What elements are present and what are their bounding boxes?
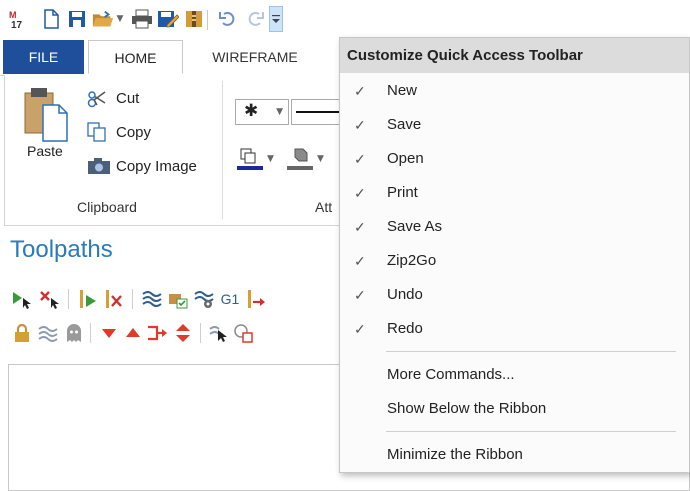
tab-file[interactable]: FILE bbox=[3, 40, 84, 74]
menu-item-more-commands[interactable]: More Commands... bbox=[340, 358, 689, 392]
clipboard-group-label: Clipboard bbox=[77, 199, 137, 215]
check-icon: ✓ bbox=[354, 83, 366, 99]
group-divider bbox=[222, 81, 223, 219]
menu-item-label: Save bbox=[387, 116, 422, 133]
check-icon: ✓ bbox=[354, 151, 366, 167]
color-dropdown-icon[interactable]: ▼ bbox=[267, 154, 274, 164]
app-logo-text: 17 bbox=[11, 20, 23, 30]
chevron-down-icon: ▼ bbox=[276, 107, 283, 117]
point-style-dropdown[interactable]: ✱ ▼ bbox=[235, 99, 289, 125]
paste-icon[interactable] bbox=[23, 85, 73, 145]
toolbar-separator bbox=[68, 289, 69, 309]
menu-item-label: Redo bbox=[387, 320, 423, 337]
check-icon: ✓ bbox=[354, 117, 366, 133]
save-as-icon[interactable] bbox=[157, 8, 179, 30]
menu-separator bbox=[386, 431, 676, 432]
menu-item-undo[interactable]: ✓ Undo bbox=[340, 278, 689, 312]
tab-wireframe[interactable]: WIREFRAME bbox=[190, 40, 320, 74]
menu-item-save[interactable]: ✓ Save bbox=[340, 108, 689, 142]
menu-item-label: Print bbox=[387, 184, 418, 201]
toolbar-separator bbox=[90, 323, 91, 343]
toolpath-shape-icon[interactable] bbox=[232, 322, 256, 344]
app-logo-icon[interactable]: M 17 bbox=[8, 8, 30, 30]
line-style-dropdown[interactable] bbox=[291, 99, 342, 125]
deselect-icon[interactable] bbox=[38, 288, 62, 310]
check-icon: ✓ bbox=[354, 185, 366, 201]
menu-item-label: Zip2Go bbox=[387, 252, 437, 269]
copy-button[interactable]: Copy bbox=[116, 124, 151, 141]
cut-button[interactable]: Cut bbox=[116, 90, 139, 107]
select-toolpath-icon[interactable] bbox=[207, 322, 231, 344]
expand-collapse-icon[interactable] bbox=[171, 322, 195, 344]
customize-quick-access-menu: Customize Quick Access Toolbar ✓ New ✓ S… bbox=[339, 37, 690, 473]
toggle-display-icon[interactable] bbox=[36, 322, 60, 344]
zip2go-icon[interactable] bbox=[183, 8, 205, 30]
cut-icon[interactable] bbox=[87, 90, 107, 108]
paste-button[interactable]: Paste bbox=[27, 143, 63, 159]
menu-separator bbox=[386, 351, 676, 352]
copy-icon[interactable] bbox=[87, 122, 107, 142]
menu-item-label: Save As bbox=[387, 218, 443, 235]
check-icon: ✓ bbox=[354, 287, 366, 303]
color-icon[interactable] bbox=[237, 145, 263, 171]
check-icon: ✓ bbox=[354, 219, 366, 235]
move-up-icon[interactable] bbox=[121, 322, 145, 344]
quick-access-toolbar: M 17 ▼ bbox=[0, 0, 690, 40]
open-dropdown-icon[interactable]: ▼ bbox=[114, 8, 126, 30]
menu-title: Customize Quick Access Toolbar bbox=[340, 38, 689, 73]
asterisk-icon: ✱ bbox=[244, 101, 259, 121]
move-toolpath-icon[interactable] bbox=[244, 288, 268, 310]
redo-icon[interactable] bbox=[244, 8, 266, 30]
move-down-icon[interactable] bbox=[97, 322, 121, 344]
copy-image-button[interactable]: Copy Image bbox=[116, 158, 197, 175]
attributes-group-label: Att bbox=[315, 199, 333, 215]
menu-item-label: Show Below the Ribbon bbox=[387, 400, 547, 417]
select-all-icon[interactable] bbox=[10, 288, 34, 310]
solid-dropdown-icon[interactable]: ▼ bbox=[317, 154, 324, 164]
line-style-preview bbox=[296, 111, 342, 113]
svg-text:M: M bbox=[9, 10, 17, 20]
menu-item-redo[interactable]: ✓ Redo bbox=[340, 312, 689, 346]
toolbar-separator bbox=[132, 289, 133, 309]
verify-icon[interactable] bbox=[166, 288, 190, 310]
backplot-icon[interactable] bbox=[140, 288, 164, 310]
insert-arrow-icon[interactable] bbox=[145, 322, 169, 344]
menu-item-new[interactable]: ✓ New bbox=[340, 74, 689, 108]
check-icon: ✓ bbox=[354, 321, 366, 337]
solid-color-icon[interactable] bbox=[287, 145, 313, 171]
regenerate-icon[interactable] bbox=[76, 288, 100, 310]
menu-item-minimize-ribbon[interactable]: Minimize the Ribbon bbox=[340, 438, 689, 472]
menu-item-open[interactable]: ✓ Open bbox=[340, 142, 689, 176]
menu-item-print[interactable]: ✓ Print bbox=[340, 176, 689, 210]
menu-item-zip2go[interactable]: ✓ Zip2Go bbox=[340, 244, 689, 278]
open-folder-icon[interactable] bbox=[92, 8, 114, 30]
regenerate-dirty-icon[interactable] bbox=[102, 288, 126, 310]
camera-icon[interactable] bbox=[87, 157, 111, 175]
post-g1-button[interactable]: G1 bbox=[218, 288, 242, 310]
ghost-icon[interactable] bbox=[62, 322, 86, 344]
menu-item-label: More Commands... bbox=[387, 366, 515, 383]
simulate-icon[interactable] bbox=[192, 288, 216, 310]
menu-item-label: Open bbox=[387, 150, 424, 167]
customize-toolbar-dropdown-button[interactable] bbox=[269, 6, 283, 32]
print-icon[interactable] bbox=[131, 8, 153, 30]
toolbar-separator bbox=[207, 10, 208, 30]
save-icon[interactable] bbox=[66, 8, 88, 30]
menu-item-save-as[interactable]: ✓ Save As bbox=[340, 210, 689, 244]
toolpaths-title: Toolpaths bbox=[10, 236, 113, 263]
lock-icon[interactable] bbox=[10, 322, 34, 344]
new-file-icon[interactable] bbox=[40, 8, 62, 30]
tab-home[interactable]: HOME bbox=[88, 40, 183, 74]
menu-item-label: New bbox=[387, 82, 418, 99]
menu-item-label: Minimize the Ribbon bbox=[387, 446, 523, 463]
menu-item-show-below-ribbon[interactable]: Show Below the Ribbon bbox=[340, 392, 689, 426]
undo-icon[interactable] bbox=[217, 8, 239, 30]
toolbar-separator bbox=[200, 323, 201, 343]
menu-item-label: Undo bbox=[387, 286, 423, 303]
check-icon: ✓ bbox=[354, 253, 366, 269]
